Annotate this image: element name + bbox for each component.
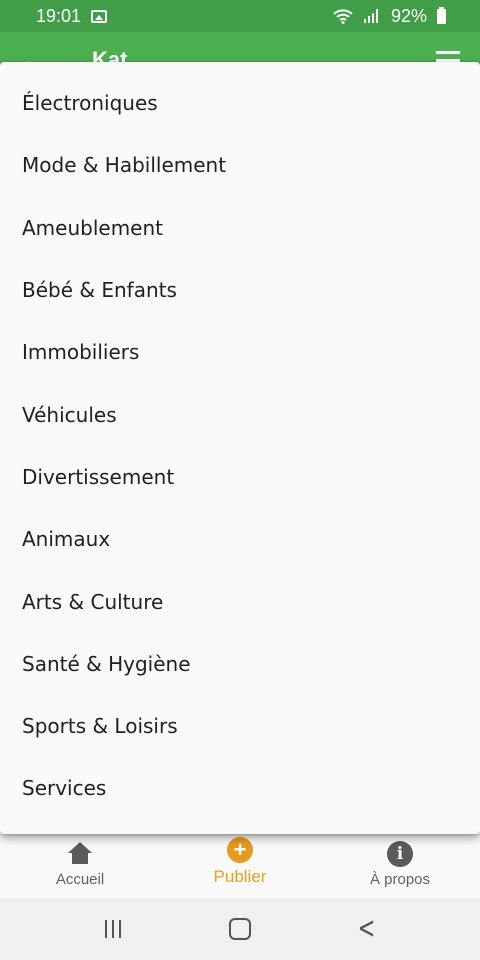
nav-label-a-propos: À propos [369,871,431,888]
menu-item-vehicules[interactable]: Véhicules [0,383,480,445]
home-button[interactable] [220,909,260,949]
nav-label-publier: Publier [213,867,267,886]
home-icon [68,842,92,866]
gallery-icon [91,9,108,23]
nav-item-publier[interactable]: + Publier [160,834,320,898]
nav-icon-wrapper: i [387,841,413,867]
nav-item-accueil[interactable]: Accueil [0,834,160,898]
status-left: 19:01 [36,5,108,27]
menu-item-electroniques[interactable]: Électroniques [0,72,480,134]
recents-icon [105,920,122,938]
menu-item-sports-loisirs[interactable]: Sports & Loisirs [0,695,480,757]
signal-icon [363,9,378,23]
menu-item-mode-habillement[interactable]: Mode & Habillement [0,134,480,196]
system-navigation-bar: < [0,898,480,960]
status-time: 19:01 [36,5,82,26]
menu-item-services[interactable]: Services [0,757,480,819]
back-button[interactable]: < [347,909,387,949]
category-dropdown-menu: Électroniques Mode & Habillement Ameuble… [0,62,480,834]
battery-icon [437,6,446,24]
menu-item-divertissement[interactable]: Divertissement [0,446,480,508]
wifi-icon [333,9,353,24]
menu-item-animaux[interactable]: Animaux [0,508,480,570]
menu-item-immobiliers[interactable]: Immobiliers [0,321,480,383]
battery-percent: 92% [390,5,427,26]
menu-item-bebe-enfants[interactable]: Bébé & Enfants [0,259,480,321]
home-circle-icon [228,918,251,940]
nav-icon-wrapper: + [227,837,253,863]
menu-item-ameublement[interactable]: Ameublement [0,197,480,259]
recents-button[interactable] [93,909,133,949]
nav-item-a-propos[interactable]: i À propos [320,834,480,898]
plus-circle-icon: + [227,837,253,863]
menu-item-sante-hygiene[interactable]: Santé & Hygiène [0,633,480,695]
info-icon: i [387,841,413,867]
nav-icon-wrapper [67,841,93,867]
status-right: 92% [333,6,446,27]
menu-item-arts-culture[interactable]: Arts & Culture [0,570,480,632]
nav-label-accueil: Accueil [55,871,105,888]
bottom-navigation: Accueil + Publier i À propos [0,834,480,898]
status-bar: 19:01 92% [0,0,480,32]
back-chevron-icon: < [357,911,376,946]
